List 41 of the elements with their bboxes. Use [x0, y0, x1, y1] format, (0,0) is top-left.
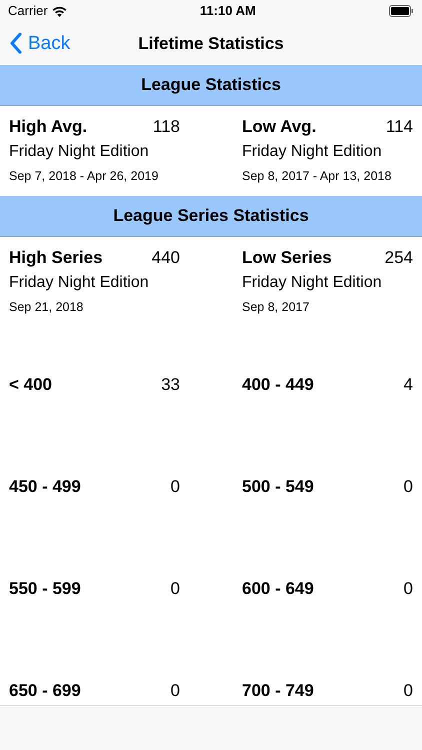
stat-value: 254 — [384, 247, 413, 269]
series-range-label: 650 - 699 — [9, 680, 81, 702]
series-range-label: 700 - 749 — [242, 680, 314, 702]
status-time: 11:10 AM — [200, 2, 256, 20]
series-count: 0 — [404, 680, 413, 702]
wifi-icon — [52, 6, 67, 16]
stat-value: 114 — [386, 116, 413, 138]
league-name: Friday Night Edition — [242, 142, 382, 160]
series-range-label: < 400 — [9, 374, 52, 396]
stat-value: 440 — [152, 247, 180, 269]
series-count: 0 — [170, 680, 180, 702]
date-range: Sep 21, 2018 — [9, 300, 84, 314]
series-range-label: 550 - 599 — [9, 578, 81, 600]
date-range: Sep 8, 2017 - Apr 13, 2018 — [242, 168, 392, 182]
series-count: 4 — [404, 374, 413, 396]
league-name: Friday Night Edition — [242, 274, 382, 290]
league-name: Friday Night Edition — [9, 274, 149, 290]
section-header: League Series Statistics — [113, 205, 309, 228]
series-count: 0 — [404, 578, 413, 600]
series-count: 0 — [170, 476, 180, 498]
stat-label: High Avg. — [9, 116, 88, 138]
back-chevron-icon — [10, 33, 22, 54]
league-name: Friday Night Edition — [9, 142, 149, 160]
screen-title: Lifetime Statistics — [138, 32, 284, 55]
stat-label: Low Series — [242, 247, 332, 269]
back-button[interactable]: Back — [10, 29, 70, 58]
series-range-label: 400 - 449 — [242, 374, 314, 396]
carrier-label: Carrier — [8, 2, 48, 20]
series-count: 0 — [404, 476, 413, 498]
date-range: Sep 7, 2018 - Apr 26, 2019 — [9, 168, 158, 182]
series-range-label: 450 - 499 — [9, 476, 81, 498]
series-count: 0 — [170, 578, 180, 600]
stat-value: 118 — [152, 116, 180, 138]
series-range-label: 600 - 649 — [242, 578, 314, 600]
date-range: Sep 8, 2017 — [242, 300, 310, 314]
series-range-label: 500 - 549 — [242, 476, 314, 498]
series-count: 33 — [161, 374, 180, 396]
battery-icon — [389, 5, 414, 17]
stat-label: High Series — [9, 247, 103, 269]
section-header: League Statistics — [141, 74, 281, 96]
stat-label: Low Avg. — [242, 116, 316, 138]
